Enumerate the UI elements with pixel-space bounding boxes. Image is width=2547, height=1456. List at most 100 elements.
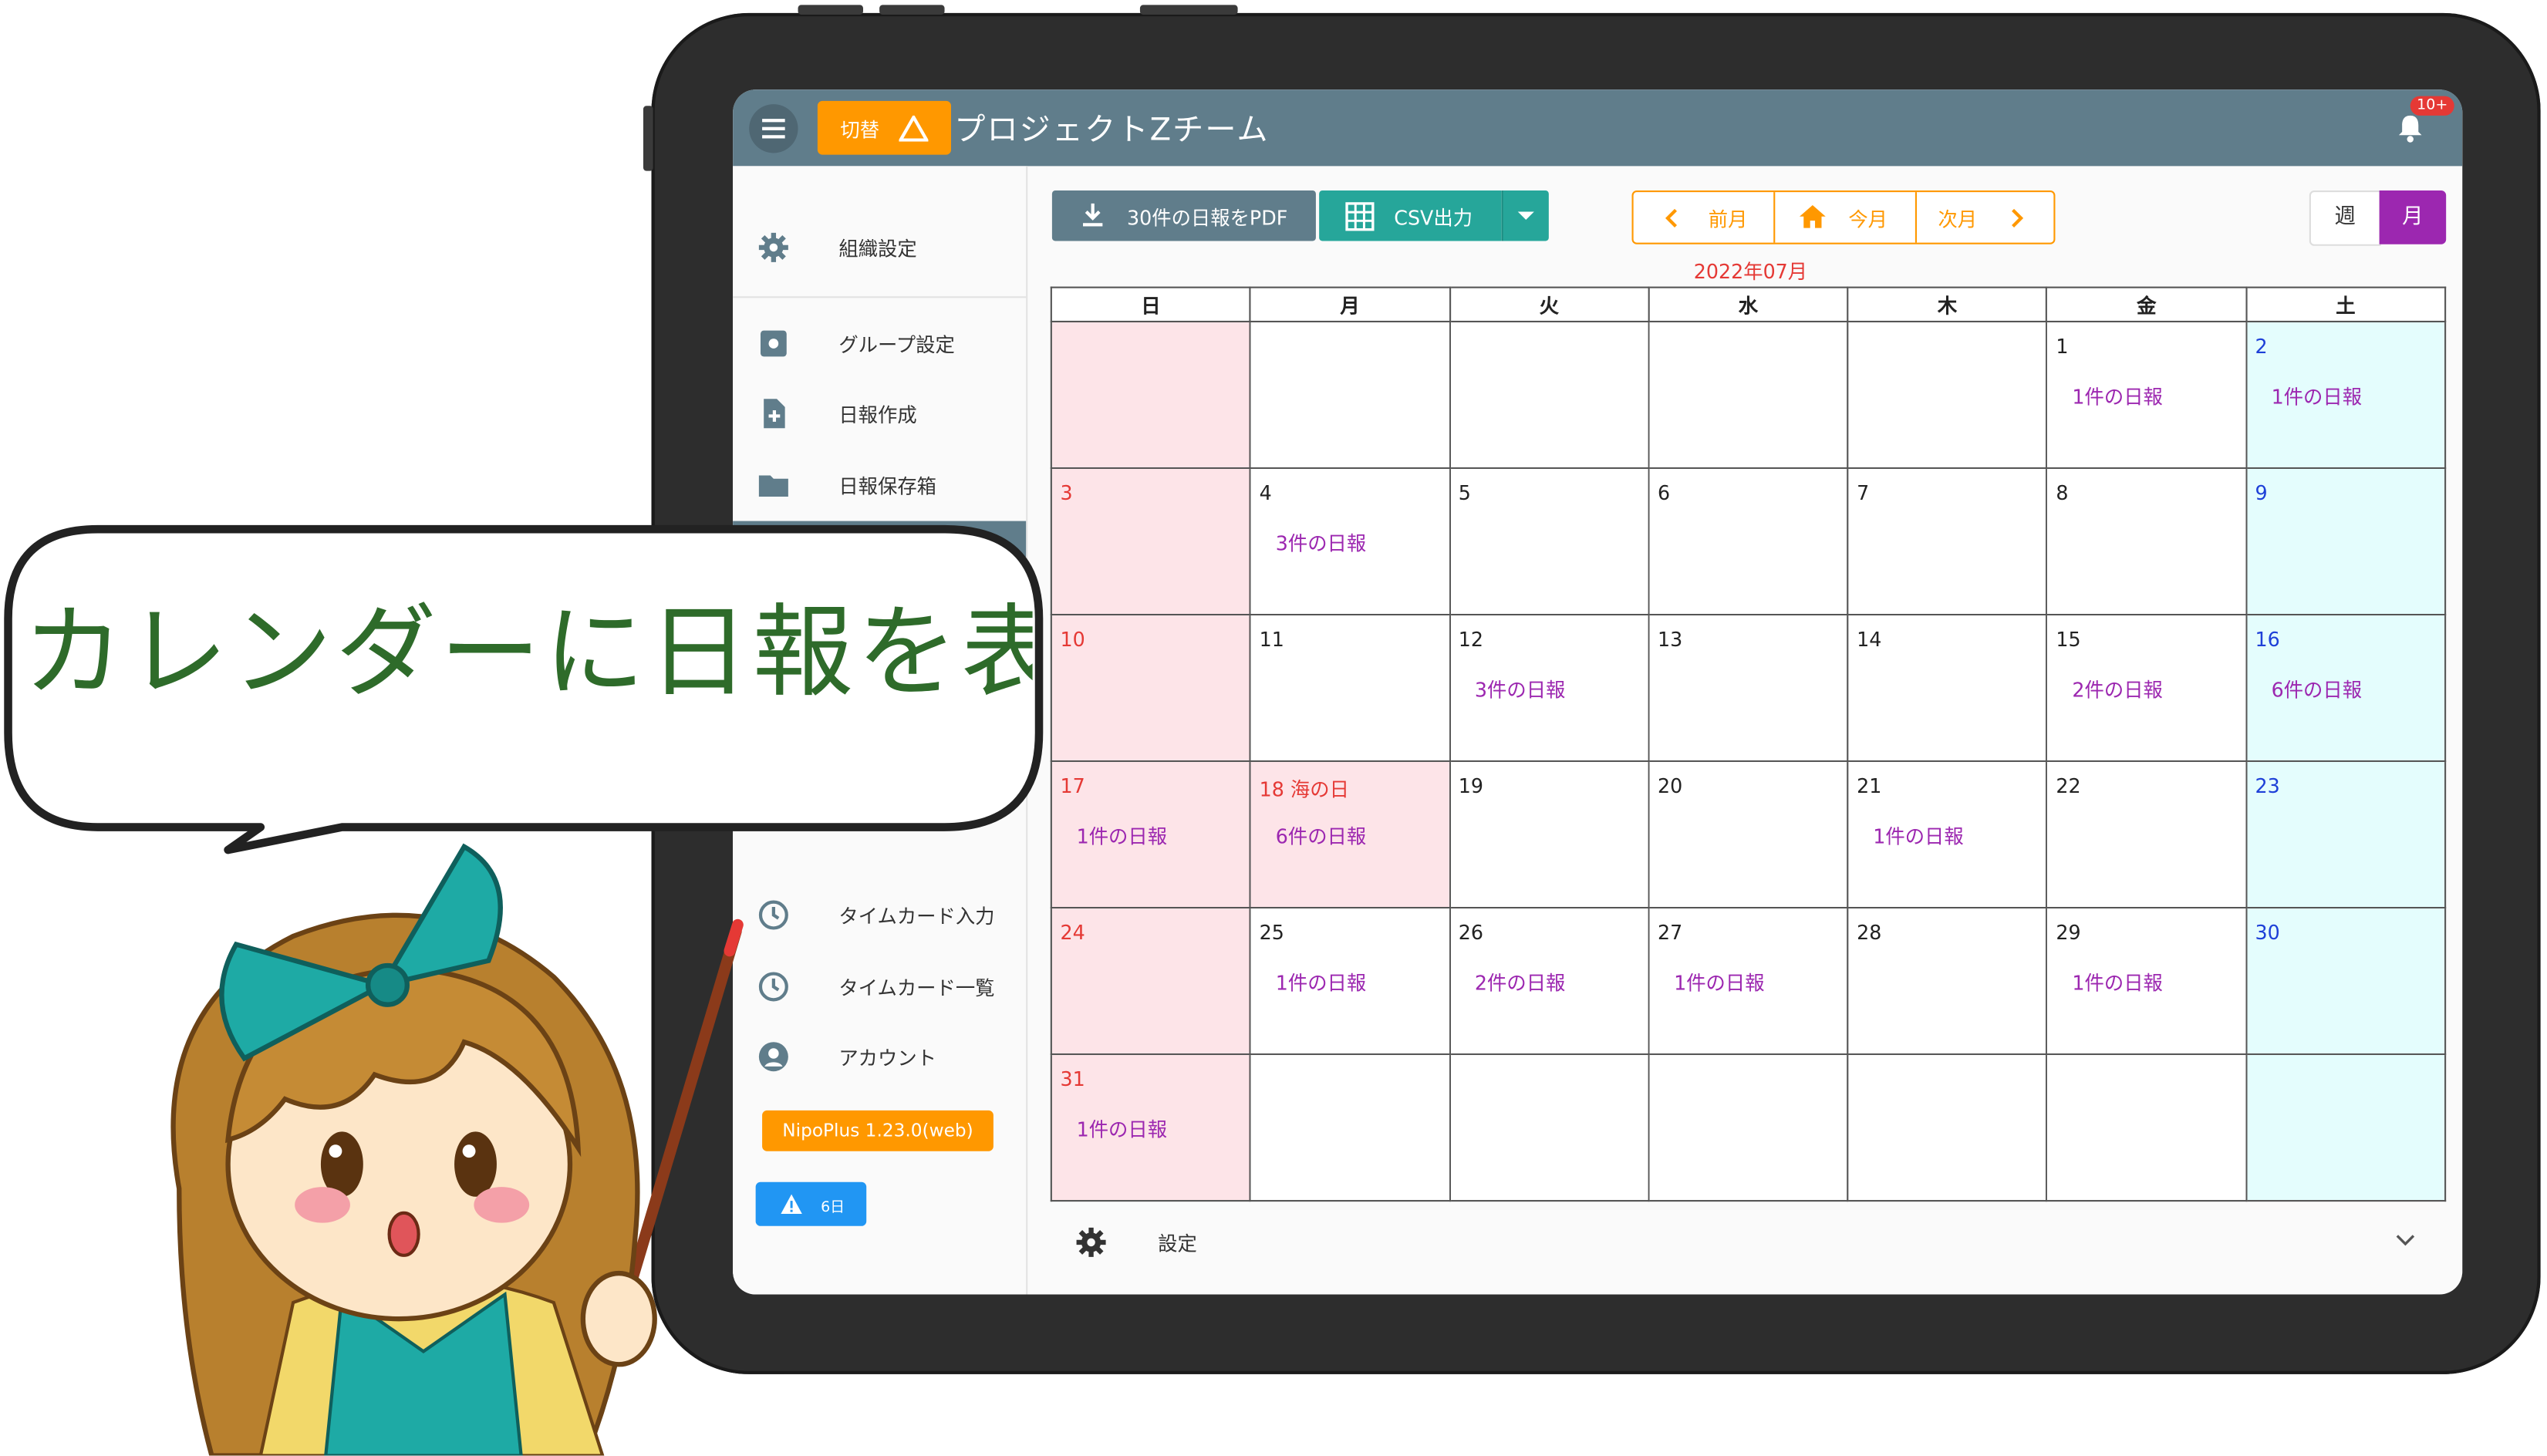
day-number: 23 — [2255, 774, 2280, 798]
bell-icon[interactable] — [2394, 113, 2427, 145]
calendar-day-cell[interactable]: 14 — [1847, 613, 2048, 763]
weekday-header-row: 日 月 火 水 木 金 土 — [1050, 286, 2447, 323]
report-count-link[interactable]: 1件の日報 — [2272, 383, 2362, 410]
next-month-button[interactable]: 次月 — [1917, 192, 2053, 242]
sidebar-item-timecard-list[interactable]: タイムカード一覧 — [733, 954, 1026, 1019]
calendar-day-cell[interactable]: 1 1件の日報 — [2046, 320, 2247, 470]
day-number: 12 — [1458, 628, 1484, 652]
warning-days-button[interactable]: 6日 — [755, 1181, 867, 1226]
sidebar-item-create-report[interactable]: 日報作成 — [733, 381, 1026, 446]
day-number: 4 — [1259, 481, 1272, 505]
report-count-link[interactable]: 3件の日報 — [1475, 676, 1565, 703]
calendar-empty-cell — [1648, 1053, 1849, 1202]
view-week-button[interactable]: 週 — [2309, 190, 2381, 246]
calendar-day-cell[interactable]: 23 — [2245, 760, 2447, 909]
calendar-day-cell[interactable]: 25 1件の日報 — [1249, 906, 1451, 1056]
day-number: 25 — [1259, 921, 1284, 945]
report-count-link[interactable]: 6件の日報 — [2272, 676, 2362, 703]
tablet-button — [879, 5, 945, 15]
report-count-link[interactable]: 1件の日報 — [1077, 1115, 1167, 1143]
menu-button[interactable] — [749, 104, 798, 153]
csv-dropdown-button[interactable] — [1501, 190, 1549, 241]
day-number: 16 — [2255, 628, 2280, 652]
sidebar-item-org-settings[interactable]: 組織設定 — [733, 215, 1026, 280]
calendar-day-cell[interactable]: 30 — [2245, 906, 2447, 1056]
calendar-day-cell[interactable]: 9 — [2245, 467, 2447, 616]
sidebar-item-label: 日報作成 — [838, 403, 917, 427]
page-title: プロジェクトZチーム — [954, 112, 1270, 149]
settings-panel[interactable]: 設定 — [1051, 1210, 2446, 1279]
report-count-link[interactable]: 1件の日報 — [2072, 383, 2162, 410]
report-count-link[interactable]: 6件の日報 — [1276, 822, 1366, 850]
calendar-day-cell[interactable]: 12 3件の日報 — [1449, 613, 1650, 763]
calendar-day-cell[interactable]: 13 — [1648, 613, 1849, 763]
calendar-day-cell[interactable]: 8 — [2046, 467, 2247, 616]
this-month-button[interactable]: 今月 — [1775, 192, 1915, 242]
sidebar-item-account[interactable]: アカウント — [733, 1024, 1026, 1089]
calendar-day-cell[interactable]: 15 2件の日報 — [2046, 613, 2247, 763]
calendar-day-cell[interactable]: 11 — [1249, 613, 1451, 763]
sidebar-item-label: 組織設定 — [838, 238, 917, 261]
report-count-link[interactable]: 1件の日報 — [1674, 969, 1764, 996]
calendar-day-cell[interactable]: 26 2件の日報 — [1449, 906, 1650, 1056]
sidebar-item-group-settings[interactable]: グループ設定 — [733, 311, 1026, 376]
calendar-day-cell[interactable]: 17 1件の日報 — [1050, 760, 1252, 909]
sidebar-item-report-box[interactable]: 日報保存箱 — [733, 453, 1026, 517]
report-count-link[interactable]: 1件の日報 — [1873, 822, 1963, 850]
calendar-day-cell[interactable]: 2 1件の日報 — [2245, 320, 2447, 470]
calendar-day-cell[interactable]: 22 — [2046, 760, 2247, 909]
calendar-day-cell[interactable]: 27 1件の日報 — [1648, 906, 1849, 1056]
prev-month-button[interactable]: 前月 — [1634, 192, 1774, 242]
report-count-link[interactable]: 3件の日報 — [1276, 529, 1366, 557]
day-number: 14 — [1857, 628, 1882, 652]
clock-icon — [758, 900, 788, 930]
hamburger-icon-line — [762, 135, 785, 139]
calendar-empty-cell — [2245, 1053, 2447, 1202]
hamburger-icon — [762, 119, 785, 123]
sidebar-item-timecard-input[interactable]: タイムカード入力 — [733, 882, 1026, 947]
switch-button[interactable]: 切替 — [817, 100, 951, 155]
calendar-day-cell[interactable]: 10 — [1050, 613, 1252, 763]
day-number: 29 — [2056, 921, 2081, 945]
report-count-link[interactable]: 1件の日報 — [1077, 822, 1167, 850]
calendar-empty-cell — [1847, 1053, 2048, 1202]
month-navigation: 前月 今月 次月 — [1631, 190, 2056, 244]
day-number: 6 — [1657, 481, 1671, 505]
day-number: 2 — [2255, 335, 2268, 359]
report-count-link[interactable]: 2件の日報 — [2072, 676, 2162, 703]
report-count-link[interactable]: 1件の日報 — [2072, 969, 2162, 996]
calendar-day-cell[interactable]: 16 6件の日報 — [2245, 613, 2447, 763]
chevron-down-icon[interactable] — [2396, 1234, 2415, 1247]
report-count-link[interactable]: 1件の日報 — [1276, 969, 1366, 996]
calendar-empty-cell — [1847, 320, 2048, 470]
report-count-link[interactable]: 2件の日報 — [1475, 969, 1565, 996]
calendar-day-cell[interactable]: 3 — [1050, 467, 1252, 616]
calendar-day-cell[interactable]: 29 1件の日報 — [2046, 906, 2247, 1056]
folder-icon — [758, 475, 788, 497]
csv-export-label: CSV出力 — [1394, 207, 1473, 230]
calendar-day-cell[interactable]: 28 — [1847, 906, 2048, 1056]
calendar-day-cell[interactable]: 6 — [1648, 467, 1849, 616]
day-number: 20 — [1657, 774, 1683, 798]
calendar-day-cell[interactable]: 4 3件の日報 — [1249, 467, 1451, 616]
warning-icon — [781, 1194, 802, 1214]
calendar-empty-cell — [2046, 1053, 2247, 1202]
calendar-day-cell[interactable]: 7 — [1847, 467, 2048, 616]
warning-days-label: 6日 — [821, 1200, 845, 1217]
calendar-day-cell[interactable]: 24 — [1050, 906, 1252, 1056]
calendar-empty-cell — [1449, 320, 1650, 470]
pdf-export-button[interactable]: 30件の日報をPDF — [1051, 190, 1316, 241]
calendar-day-cell[interactable]: 19 — [1449, 760, 1650, 909]
calendar-day-cell[interactable]: 18 海の日 6件の日報 — [1249, 760, 1451, 909]
gear-icon — [758, 232, 788, 262]
calendar-day-cell[interactable]: 31 1件の日報 — [1050, 1053, 1252, 1202]
calendar-day-cell[interactable]: 5 — [1449, 467, 1650, 616]
calendar-week-row: 10 11 12 3件の日報 13 14 15 2件の日報 16 6件の日報 — [1050, 613, 2447, 763]
calendar-day-cell[interactable]: 21 1件の日報 — [1847, 760, 2048, 909]
calendar-day-cell[interactable]: 20 — [1648, 760, 1849, 909]
csv-export-button[interactable]: CSV出力 — [1319, 190, 1502, 241]
version-button[interactable]: NipoPlus 1.23.0(web) — [762, 1110, 993, 1151]
calendar-week-row: 3 4 3件の日報 5 6 7 8 9 — [1050, 467, 2447, 616]
view-month-button[interactable]: 月 — [2379, 190, 2447, 244]
weekday-header: 木 — [1847, 286, 2048, 323]
